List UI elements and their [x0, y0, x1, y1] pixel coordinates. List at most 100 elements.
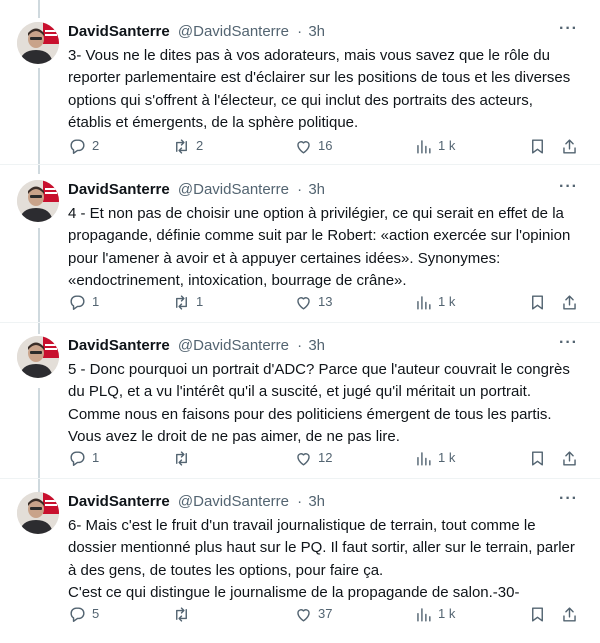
like-count: 37	[318, 606, 333, 621]
tweet-header: DavidSanterre @DavidSanterre · 3h	[68, 22, 325, 42]
share-icon	[563, 606, 576, 622]
more-dots-icon[interactable]: ···	[559, 334, 578, 352]
like-count: 13	[318, 294, 333, 309]
tweet-actions: 1 1 13 1 k	[68, 292, 588, 312]
heart-icon	[297, 608, 310, 622]
heart-icon	[297, 296, 310, 310]
timestamp[interactable]: 3h	[308, 337, 325, 354]
views-count: 1 k	[438, 450, 456, 465]
more-dots-icon[interactable]: ···	[559, 20, 578, 38]
share-button[interactable]	[560, 604, 579, 624]
views-button[interactable]: 1 k	[414, 136, 455, 156]
like-button[interactable]: 37	[294, 604, 332, 624]
author-name[interactable]: DavidSanterre	[68, 337, 170, 354]
reply-button[interactable]: 1	[68, 448, 99, 468]
thread-line	[38, 0, 40, 18]
retweet-icon	[176, 450, 187, 466]
avatar[interactable]	[17, 180, 59, 222]
retweet-icon	[176, 294, 187, 310]
timestamp[interactable]: 3h	[308, 493, 325, 510]
reply-button[interactable]: 1	[68, 292, 99, 312]
more-dots-icon[interactable]: ···	[559, 490, 578, 508]
tweet-actions: 2 2 16 1 k	[68, 136, 588, 156]
avatar[interactable]	[17, 492, 59, 534]
avatar[interactable]	[17, 336, 59, 378]
reply-count: 2	[92, 138, 100, 153]
tweet[interactable]: DavidSanterre @DavidSanterre · 3h ··· 4 …	[0, 178, 600, 320]
views-button[interactable]: 1 k	[414, 604, 455, 624]
separator: ·	[297, 181, 303, 198]
author-handle[interactable]: @DavidSanterre	[178, 337, 289, 354]
separator: ·	[297, 23, 303, 40]
reply-button[interactable]: 5	[68, 604, 99, 624]
author-name[interactable]: DavidSanterre	[68, 23, 170, 40]
bookmark-icon	[532, 294, 543, 310]
author-name[interactable]: DavidSanterre	[68, 493, 170, 510]
tweet-text: 4 - Et non pas de choisir une option à p…	[68, 205, 571, 289]
author-handle[interactable]: @DavidSanterre	[178, 23, 289, 40]
reply-icon	[70, 138, 85, 154]
tweet-divider	[0, 322, 600, 323]
tweet-text: 5 - Donc pourquoi un portrait d'ADC? Par…	[68, 361, 570, 445]
avatar-image	[17, 492, 59, 534]
tweet-actions: 5 37 1 k	[68, 604, 588, 624]
bookmark-button[interactable]	[528, 604, 547, 624]
reply-icon	[70, 450, 85, 466]
retweet-button[interactable]: 2	[172, 136, 203, 156]
bookmark-icon	[532, 606, 543, 622]
like-count: 12	[318, 450, 333, 465]
heart-icon	[297, 452, 310, 466]
retweet-button[interactable]	[172, 604, 196, 624]
retweet-button[interactable]	[172, 448, 196, 468]
timestamp[interactable]: 3h	[308, 181, 325, 198]
avatar-image	[17, 180, 59, 222]
views-count: 1 k	[438, 138, 456, 153]
views-button[interactable]: 1 k	[414, 292, 455, 312]
tweet-header: DavidSanterre @DavidSanterre · 3h	[68, 492, 325, 512]
share-button[interactable]	[560, 292, 579, 312]
more-dots-icon[interactable]: ···	[559, 178, 578, 196]
retweet-button[interactable]: 1	[172, 292, 203, 312]
like-button[interactable]: 13	[294, 292, 332, 312]
views-chart-icon	[417, 295, 431, 310]
reply-icon	[70, 294, 85, 310]
like-button[interactable]: 12	[294, 448, 332, 468]
retweet-icon	[176, 138, 187, 154]
share-button[interactable]	[560, 136, 579, 156]
views-chart-icon	[417, 607, 431, 622]
like-button[interactable]: 16	[294, 136, 332, 156]
retweet-count: 1	[196, 294, 204, 309]
bookmark-button[interactable]	[528, 136, 547, 156]
share-icon	[563, 450, 576, 466]
avatar[interactable]	[17, 22, 59, 64]
reply-button[interactable]: 2	[68, 136, 99, 156]
bookmark-icon	[532, 450, 543, 466]
tweet-divider	[0, 164, 600, 165]
heart-icon	[297, 140, 310, 154]
reply-count: 1	[92, 450, 100, 465]
separator: ·	[297, 337, 303, 354]
views-count: 1 k	[438, 606, 456, 621]
timestamp[interactable]: 3h	[308, 23, 325, 40]
author-handle[interactable]: @DavidSanterre	[178, 181, 289, 198]
tweet-header: DavidSanterre @DavidSanterre · 3h	[68, 336, 325, 356]
tweet[interactable]: DavidSanterre @DavidSanterre · 3h ··· 6-…	[0, 490, 600, 632]
bookmark-button[interactable]	[528, 292, 547, 312]
views-chart-icon	[417, 139, 431, 154]
tweet-text: 6- Mais c'est le fruit d'un travail jour…	[68, 517, 575, 601]
author-handle[interactable]: @DavidSanterre	[178, 493, 289, 510]
reply-count: 1	[92, 294, 100, 309]
like-count: 16	[318, 138, 333, 153]
share-icon	[563, 138, 576, 154]
share-button[interactable]	[560, 448, 579, 468]
reply-count: 5	[92, 606, 100, 621]
author-name[interactable]: DavidSanterre	[68, 181, 170, 198]
retweet-icon	[176, 606, 187, 622]
views-button[interactable]: 1 k	[414, 448, 455, 468]
tweet-divider	[0, 478, 600, 479]
bookmark-button[interactable]	[528, 448, 547, 468]
tweet[interactable]: DavidSanterre @DavidSanterre · 3h ··· 5 …	[0, 334, 600, 476]
avatar-image	[17, 336, 59, 378]
tweet[interactable]: DavidSanterre @DavidSanterre · 3h ··· 3-…	[0, 20, 600, 162]
tweet-actions: 1 12 1 k	[68, 448, 588, 468]
